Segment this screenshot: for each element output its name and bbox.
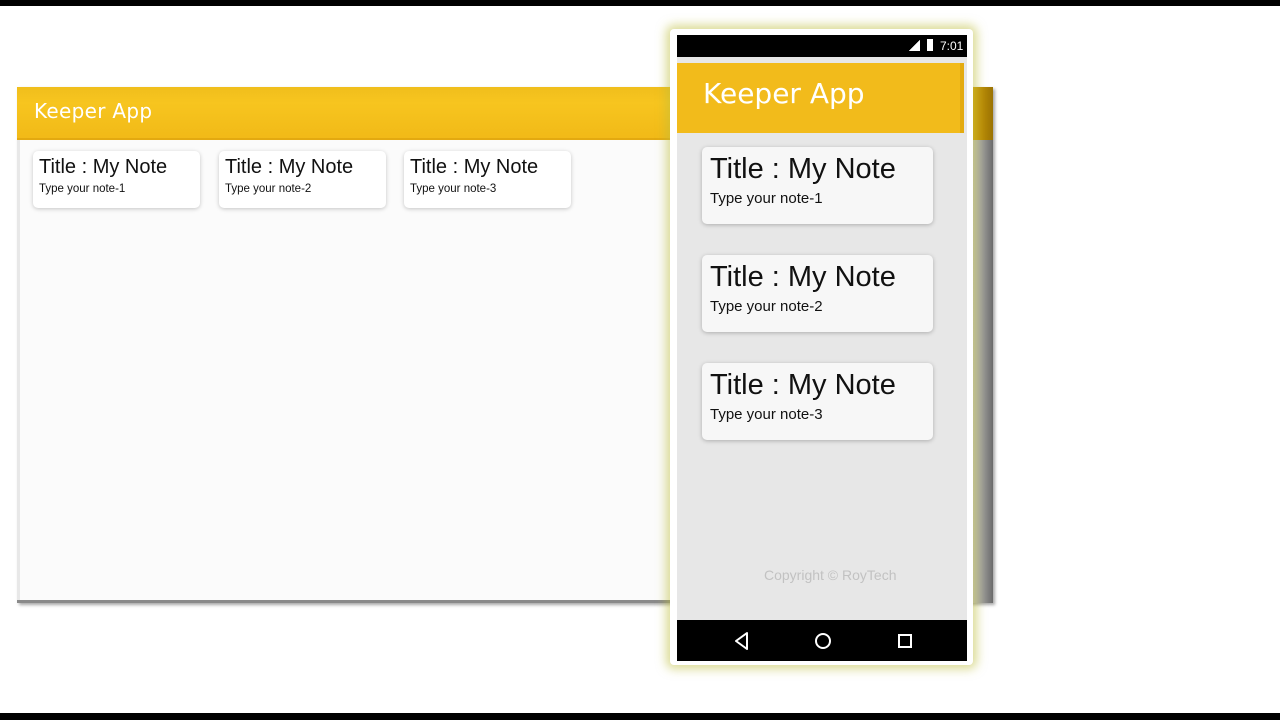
- desktop-app-title: Keeper App: [34, 99, 153, 123]
- note-title: Title : My Note: [710, 369, 896, 401]
- desktop-note-card-3[interactable]: Title : My Note Type your note-3: [404, 151, 571, 208]
- desktop-note-card-1[interactable]: Title : My Note Type your note-1: [33, 151, 200, 208]
- note-title: Title : My Note: [39, 156, 168, 178]
- header-edge: [960, 63, 964, 133]
- note-content: Type your note-2: [225, 183, 312, 195]
- phone-app-title: Keeper App: [703, 77, 865, 110]
- footer-copyright: Copyright © RoyTech: [764, 567, 897, 583]
- phone-screen: 7:01 Keeper App Title : My Note Type you…: [677, 35, 967, 661]
- signal-icon: [909, 40, 920, 51]
- note-content: Type your note-2: [710, 298, 823, 315]
- android-nav-bar: [677, 620, 967, 661]
- battery-icon: [927, 39, 933, 51]
- status-bar: 7:01: [677, 35, 967, 57]
- note-content: Type your note-3: [710, 406, 823, 423]
- phone-note-card-3[interactable]: Title : My Note Type your note-3: [702, 363, 933, 440]
- phone-frame: 7:01 Keeper App Title : My Note Type you…: [670, 29, 973, 665]
- phone-note-card-1[interactable]: Title : My Note Type your note-1: [702, 147, 933, 224]
- top-letterbox-bar: [0, 0, 1280, 6]
- window-bevel: [971, 87, 993, 140]
- status-time: 7:01: [940, 39, 964, 53]
- home-icon[interactable]: [810, 628, 836, 654]
- note-title: Title : My Note: [225, 156, 354, 178]
- bottom-letterbox-bar: [0, 713, 1280, 720]
- note-title: Title : My Note: [410, 156, 539, 178]
- note-title: Title : My Note: [710, 153, 896, 185]
- note-content: Type your note-1: [39, 183, 126, 195]
- note-content: Type your note-3: [410, 183, 497, 195]
- back-icon[interactable]: [729, 628, 755, 654]
- note-title: Title : My Note: [710, 261, 896, 293]
- desktop-note-card-2[interactable]: Title : My Note Type your note-2: [219, 151, 386, 208]
- note-content: Type your note-1: [710, 190, 823, 207]
- recents-icon[interactable]: [892, 628, 918, 654]
- phone-note-card-2[interactable]: Title : My Note Type your note-2: [702, 255, 933, 332]
